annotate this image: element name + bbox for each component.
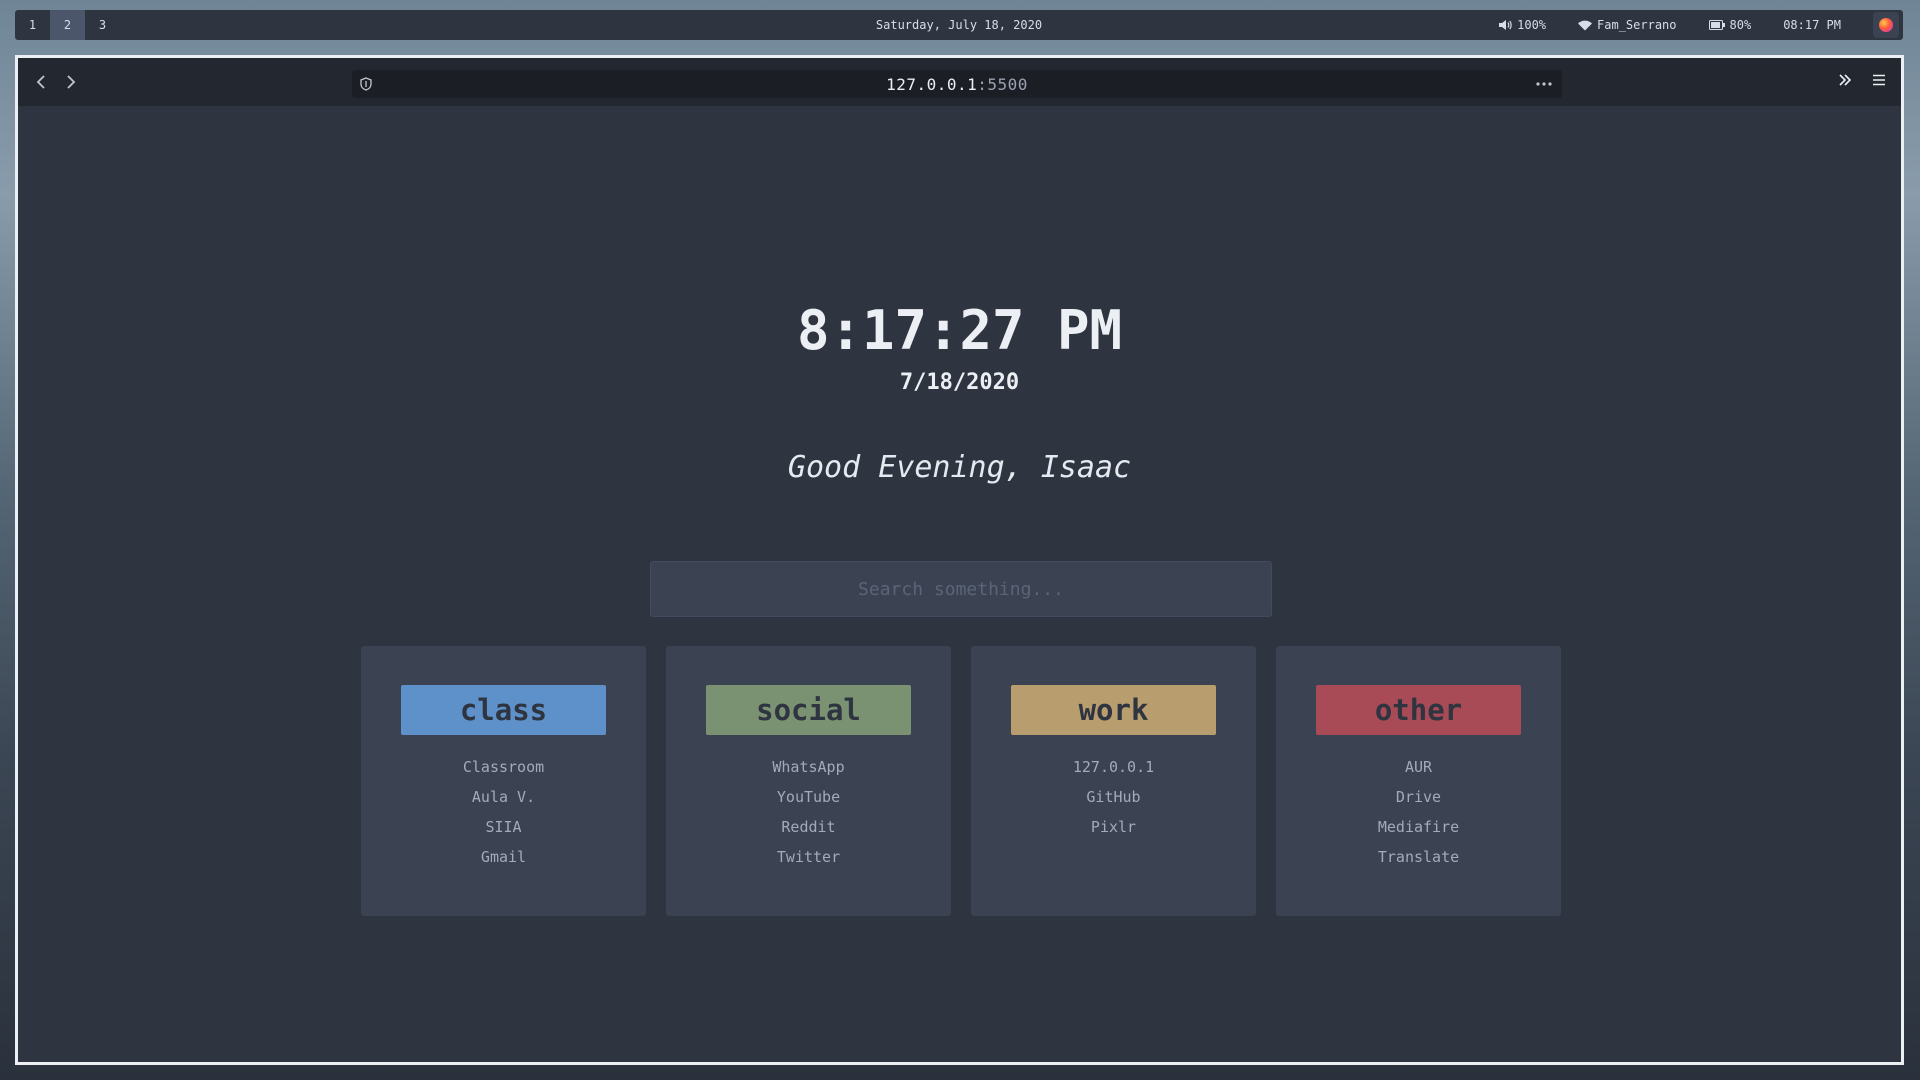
clock-display: 8:17:27 PM xyxy=(796,299,1123,362)
volume-indicator[interactable]: 100% xyxy=(1498,18,1546,32)
speaker-icon xyxy=(1499,20,1512,30)
bookmark-cards: class Classroom Aula V. SIIA Gmail socia… xyxy=(361,646,1561,916)
url-bar[interactable]: 127.0.0.1:5500 xyxy=(352,70,1562,98)
workspace-3[interactable]: 3 xyxy=(85,10,120,40)
battery-indicator[interactable]: 80% xyxy=(1708,18,1752,32)
link-siia[interactable]: SIIA xyxy=(485,812,521,842)
ellipsis-icon xyxy=(1536,82,1552,86)
battery-icon xyxy=(1708,20,1725,30)
workspace-1[interactable]: 1 xyxy=(15,10,50,40)
card-work: work 127.0.0.1 GitHub Pixlr xyxy=(971,646,1256,916)
top-panel: 1 2 3 Saturday, July 18, 2020 100% Fam_S… xyxy=(15,10,1903,40)
link-whatsapp[interactable]: WhatsApp xyxy=(772,752,844,782)
card-links: 127.0.0.1 GitHub Pixlr xyxy=(1073,752,1154,842)
page-actions-button[interactable] xyxy=(1536,82,1552,86)
forward-button[interactable] xyxy=(56,67,86,97)
url-host: 127.0.0.1 xyxy=(886,74,978,94)
browser-toolbar: 127.0.0.1:5500 xyxy=(18,58,1901,106)
link-pixlr[interactable]: Pixlr xyxy=(1091,812,1136,842)
card-title-work: work xyxy=(1011,685,1216,735)
wifi-icon xyxy=(1578,20,1593,30)
card-links: AUR Drive Mediafire Translate xyxy=(1378,752,1459,872)
card-class: class Classroom Aula V. SIIA Gmail xyxy=(361,646,646,916)
chevron-right-icon xyxy=(67,75,76,89)
search-input[interactable] xyxy=(650,561,1272,617)
browser-window: 127.0.0.1:5500 8:17:27 PM 7/18/2020 Good… xyxy=(15,55,1904,1065)
link-youtube[interactable]: YouTube xyxy=(777,782,840,812)
panel-time: 08:17 PM xyxy=(1783,18,1841,32)
card-links: Classroom Aula V. SIIA Gmail xyxy=(463,752,544,872)
menu-button[interactable] xyxy=(1865,66,1893,94)
url-port: :5500 xyxy=(977,74,1028,94)
link-twitter[interactable]: Twitter xyxy=(777,842,840,872)
card-title-other: other xyxy=(1316,685,1521,735)
link-reddit[interactable]: Reddit xyxy=(781,812,835,842)
volume-level: 100% xyxy=(1517,18,1547,32)
back-button[interactable] xyxy=(26,67,56,97)
double-chevron-right-icon xyxy=(1839,74,1852,86)
link-mediafire[interactable]: Mediafire xyxy=(1378,812,1459,842)
overflow-button[interactable] xyxy=(1831,66,1859,94)
app-logo-icon[interactable] xyxy=(1873,12,1899,38)
greeting-text: Good Evening, Isaac xyxy=(787,450,1132,485)
date-display: 7/18/2020 xyxy=(899,370,1020,395)
toolbar-right-controls xyxy=(1831,66,1893,94)
panel-status-area: 100% Fam_Serrano 80% 08:17 PM xyxy=(1498,10,1903,40)
link-gmail[interactable]: Gmail xyxy=(481,842,526,872)
link-github[interactable]: GitHub xyxy=(1086,782,1140,812)
link-localhost[interactable]: 127.0.0.1 xyxy=(1073,752,1154,782)
panel-clock[interactable]: 08:17 PM xyxy=(1783,18,1841,32)
card-links: WhatsApp YouTube Reddit Twitter xyxy=(772,752,844,872)
card-title-social: social xyxy=(706,685,911,735)
workspace-2[interactable]: 2 xyxy=(50,10,85,40)
card-other: other AUR Drive Mediafire Translate xyxy=(1276,646,1561,916)
wifi-indicator[interactable]: Fam_Serrano xyxy=(1578,18,1677,32)
startpage-content: 8:17:27 PM 7/18/2020 Good Evening, Isaac… xyxy=(18,106,1901,1062)
link-aur[interactable]: AUR xyxy=(1405,752,1432,782)
url-text: 127.0.0.1:5500 xyxy=(352,75,1562,94)
card-social: social WhatsApp YouTube Reddit Twitter xyxy=(666,646,951,916)
battery-level: 80% xyxy=(1729,18,1752,32)
workspace-switcher: 1 2 3 xyxy=(15,10,120,40)
hamburger-icon xyxy=(1873,74,1885,86)
chevron-left-icon xyxy=(36,75,45,89)
link-classroom[interactable]: Classroom xyxy=(463,752,544,782)
link-drive[interactable]: Drive xyxy=(1396,782,1441,812)
link-aula-v[interactable]: Aula V. xyxy=(472,782,535,812)
card-title-class: class xyxy=(401,685,606,735)
wifi-network-name: Fam_Serrano xyxy=(1597,18,1677,32)
link-translate[interactable]: Translate xyxy=(1378,842,1459,872)
